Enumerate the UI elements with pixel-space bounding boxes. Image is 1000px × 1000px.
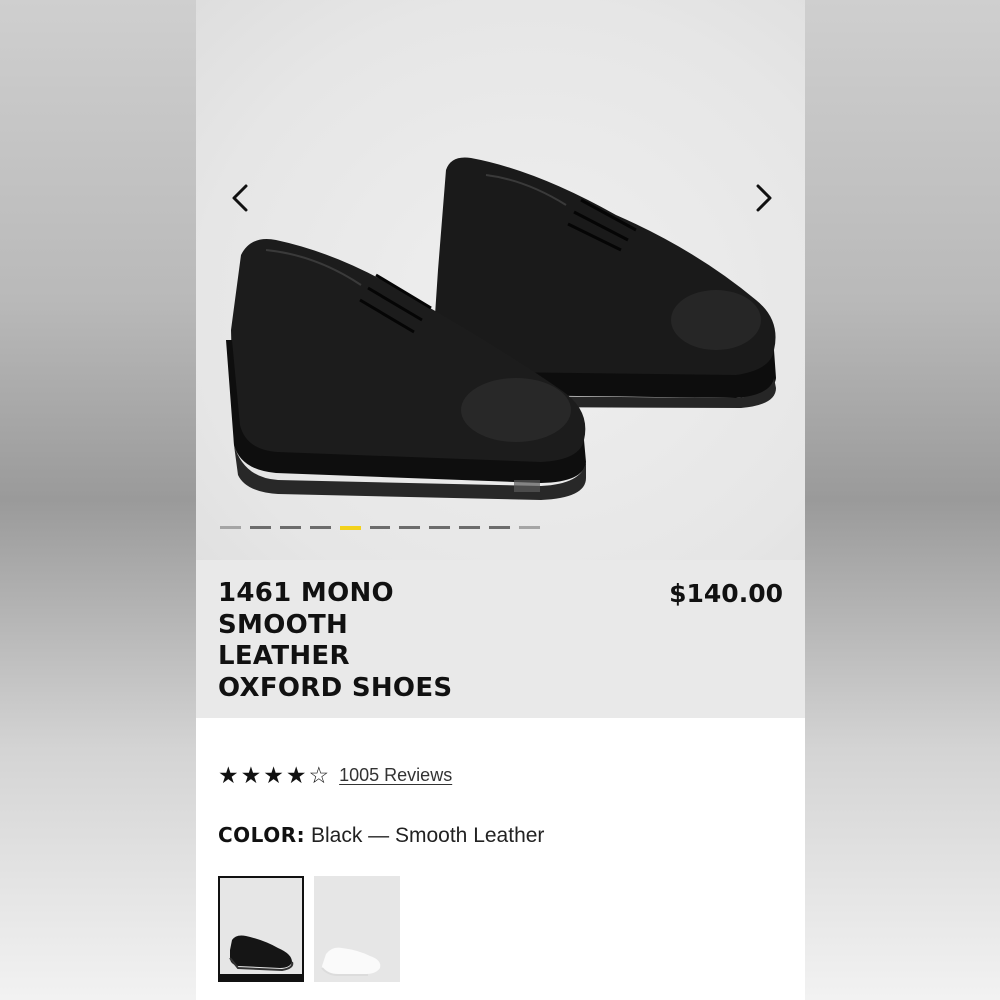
carousel-dot[interactable] — [309, 526, 331, 529]
product-title-line: OXFORD SHOES — [218, 672, 453, 703]
black-shoe-thumbnail — [229, 935, 294, 972]
star-empty-icon: ☆ — [308, 761, 330, 788]
white-shoe-thumbnail — [321, 947, 381, 976]
product-title: 1461 MONO SMOOTH LEATHER OXFORD SHOES — [218, 578, 548, 704]
chevron-right-icon — [756, 184, 772, 212]
product-image-carousel[interactable] — [196, 0, 805, 560]
star-filled-icon: ★ — [263, 761, 284, 788]
product-hero: 1461 MONO SMOOTH LEATHER OXFORD SHOES $1… — [196, 0, 805, 718]
carousel-pagination — [220, 526, 540, 530]
star-filled-icon: ★ — [218, 761, 239, 788]
blurred-backdrop-left — [0, 0, 196, 1000]
star-filled-icon: ★ — [285, 761, 307, 788]
product-price: $140.00 — [669, 579, 783, 608]
star-rating: ★ ★ ★ ★ ☆ — [218, 761, 330, 788]
carousel-dot[interactable] — [429, 526, 451, 529]
color-label: COLOR: — [218, 823, 306, 847]
chevron-left-icon — [232, 184, 248, 212]
blurred-backdrop-right — [805, 0, 1000, 1000]
carousel-dot[interactable] — [369, 526, 391, 529]
previous-image-button[interactable] — [220, 178, 260, 218]
carousel-dot[interactable] — [220, 526, 241, 529]
product-title-line: SMOOTH — [218, 609, 349, 640]
carousel-dot[interactable] — [519, 526, 540, 529]
color-value: Black — Smooth Leather — [310, 824, 545, 847]
color-selection: COLOR: Black — Smooth Leather — [218, 823, 544, 848]
swatch-black-smooth-leather[interactable] — [218, 876, 304, 982]
carousel-dot[interactable] — [399, 526, 421, 529]
product-title-line: LEATHER — [218, 641, 350, 671]
next-image-button[interactable] — [744, 178, 784, 218]
carousel-dot[interactable] — [249, 526, 271, 529]
color-swatches — [218, 876, 400, 982]
star-filled-icon: ★ — [240, 761, 262, 788]
product-title-line: 1461 MONO — [218, 578, 394, 608]
swatch-white[interactable] — [314, 876, 400, 982]
carousel-dot[interactable] — [489, 526, 511, 529]
product-page: 1461 MONO SMOOTH LEATHER OXFORD SHOES $1… — [196, 0, 805, 1000]
carousel-dot[interactable] — [459, 526, 481, 529]
reviews-link[interactable]: 1005 Reviews — [339, 765, 452, 786]
product-photo — [226, 157, 776, 500]
carousel-dot-active[interactable] — [339, 526, 361, 530]
carousel-dot[interactable] — [279, 526, 301, 529]
rating-summary: ★ ★ ★ ★ ☆ 1005 Reviews — [218, 760, 452, 790]
